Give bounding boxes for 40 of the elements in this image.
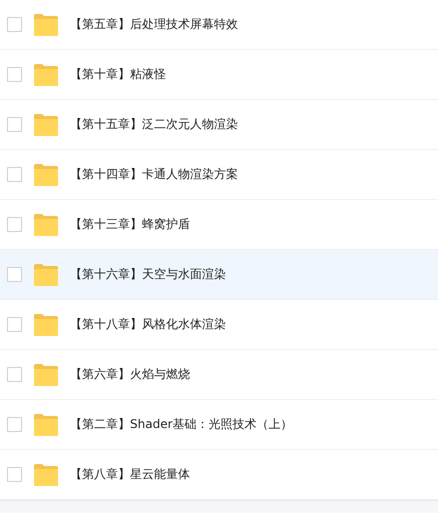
folder-row[interactable]: 【第八章】星云能量体 bbox=[0, 450, 438, 500]
folder-name: 【第十六章】天空与水面渲染 bbox=[70, 266, 226, 283]
folder-name: 【第十八章】风格化水体渲染 bbox=[70, 316, 226, 333]
folder-icon bbox=[34, 314, 58, 336]
folder-row[interactable]: 【第五章】后处理技术屏幕特效 bbox=[0, 0, 438, 50]
folder-row[interactable]: 【第十六章】天空与水面渲染 bbox=[0, 250, 438, 300]
folder-icon bbox=[34, 64, 58, 86]
checkbox[interactable] bbox=[7, 167, 22, 182]
checkbox[interactable] bbox=[7, 317, 22, 332]
checkbox[interactable] bbox=[7, 67, 22, 82]
folder-name: 【第十四章】卡通人物渲染方案 bbox=[70, 166, 238, 183]
folder-icon bbox=[34, 464, 58, 486]
checkbox[interactable] bbox=[7, 267, 22, 282]
folder-icon bbox=[34, 364, 58, 386]
folder-row[interactable]: 【第二章】Shader基础：光照技术（上） bbox=[0, 400, 438, 450]
folder-name: 【第二章】Shader基础：光照技术（上） bbox=[70, 416, 293, 433]
folder-row[interactable]: 【第十八章】风格化水体渲染 bbox=[0, 300, 438, 350]
folder-row[interactable]: 【第六章】火焰与燃烧 bbox=[0, 350, 438, 400]
folder-icon bbox=[34, 214, 58, 236]
checkbox[interactable] bbox=[7, 217, 22, 232]
folder-row[interactable]: 【第十五章】泛二次元人物渲染 bbox=[0, 100, 438, 150]
folder-row[interactable]: 【第十章】粘液怪 bbox=[0, 50, 438, 100]
folder-icon bbox=[34, 114, 58, 136]
checkbox[interactable] bbox=[7, 367, 22, 382]
folder-row[interactable]: 【第十三章】蜂窝护盾 bbox=[0, 200, 438, 250]
folder-name: 【第六章】火焰与燃烧 bbox=[70, 366, 190, 383]
folder-icon bbox=[34, 164, 58, 186]
checkbox[interactable] bbox=[7, 17, 22, 32]
folder-row[interactable]: 【第十四章】卡通人物渲染方案 bbox=[0, 150, 438, 200]
checkbox[interactable] bbox=[7, 417, 22, 432]
folder-icon bbox=[34, 264, 58, 286]
folder-name: 【第十五章】泛二次元人物渲染 bbox=[70, 116, 238, 133]
folder-icon bbox=[34, 414, 58, 436]
folder-name: 【第十章】粘液怪 bbox=[70, 66, 166, 83]
folder-name: 【第十三章】蜂窝护盾 bbox=[70, 216, 190, 233]
folder-name: 【第五章】后处理技术屏幕特效 bbox=[70, 16, 238, 33]
folder-icon bbox=[34, 14, 58, 36]
checkbox[interactable] bbox=[7, 467, 22, 482]
folder-name: 【第八章】星云能量体 bbox=[70, 466, 190, 483]
checkbox[interactable] bbox=[7, 117, 22, 132]
